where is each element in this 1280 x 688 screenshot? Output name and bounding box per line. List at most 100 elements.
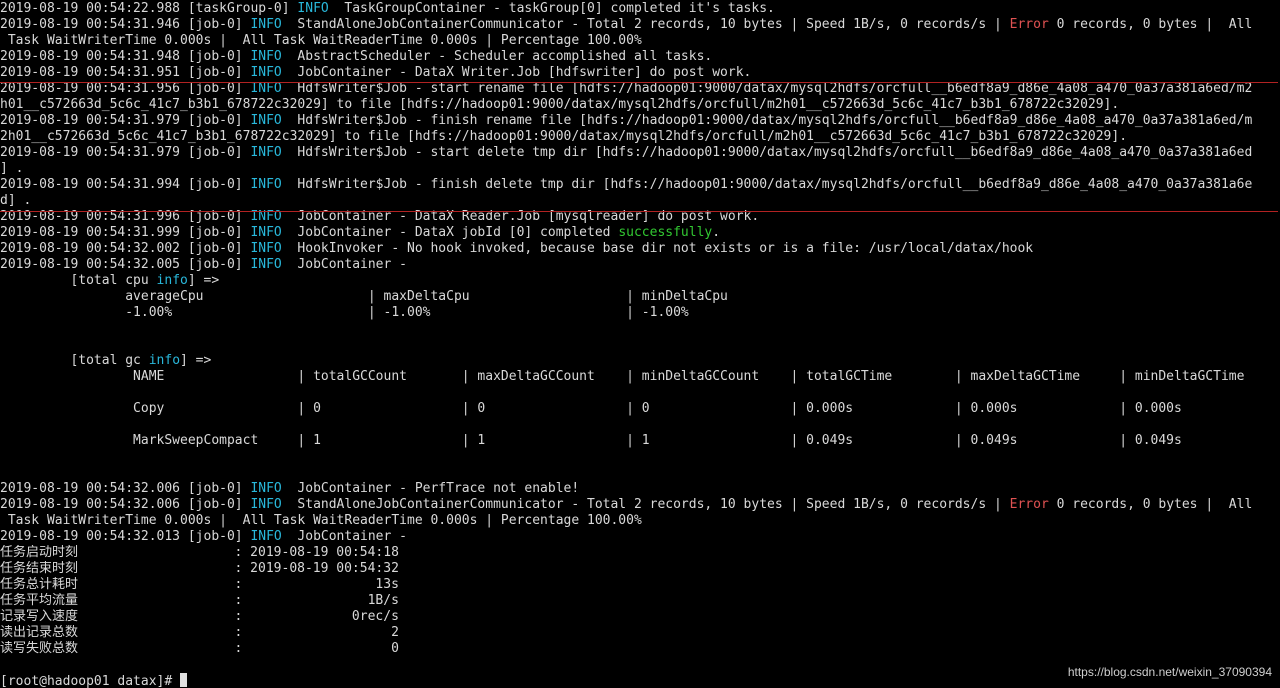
prompt-text: [root@hadoop01 datax]# bbox=[0, 674, 181, 688]
log-info-token: INFO bbox=[250, 257, 282, 272]
log-text: NAME | totalGCCount | maxDeltaGCCount | … bbox=[0, 369, 1245, 384]
log-text: JobContainer - bbox=[281, 529, 407, 544]
terminal-line: 任务平均流量 : 1B/s bbox=[0, 593, 1280, 609]
terminal-line: -1.00% | -1.00% | -1.00% bbox=[0, 305, 1280, 321]
log-text: 任务启动时刻 : 2019-08-19 00:54:18 bbox=[0, 545, 399, 560]
log-text: JobContainer - bbox=[281, 257, 407, 272]
log-text: Task WaitWriterTime 0.000s | All Task Wa… bbox=[0, 33, 642, 48]
terminal-line: [total cpu info] => bbox=[0, 273, 1280, 289]
log-text: HdfsWriter$Job - finish rename file [hdf… bbox=[281, 113, 1253, 128]
terminal-line: NAME | totalGCCount | maxDeltaGCCount | … bbox=[0, 369, 1280, 385]
log-text: ] => bbox=[180, 353, 212, 368]
log-text: Task WaitWriterTime 0.000s | All Task Wa… bbox=[0, 513, 642, 528]
log-text: 2h01__c572663d_5c6c_41c7_b3b1_678722c320… bbox=[0, 129, 1128, 144]
log-text: MarkSweepCompact | 1 | 1 | 1 | 0.049s | … bbox=[0, 433, 1182, 448]
log-text: AbstractScheduler - Scheduler accomplish… bbox=[281, 49, 713, 64]
log-text: 任务结束时刻 : 2019-08-19 00:54:32 bbox=[0, 561, 399, 576]
log-info-token: INFO bbox=[250, 529, 282, 544]
log-text: 记录写入速度 : 0rec/s bbox=[0, 609, 399, 624]
terminal-line: averageCpu | maxDeltaCpu | minDeltaCpu bbox=[0, 289, 1280, 305]
log-text: [total cpu bbox=[0, 273, 157, 288]
log-text: averageCpu | maxDeltaCpu | minDeltaCpu bbox=[0, 289, 728, 304]
log-text: 2019-08-19 00:54:31.979 [job-0] bbox=[0, 145, 251, 160]
terminal-line: 读写失败总数 : 0 bbox=[0, 641, 1280, 657]
log-info-token: INFO bbox=[250, 65, 282, 80]
log-text: JobContainer - DataX Writer.Job [hdfswri… bbox=[281, 65, 752, 80]
log-info-token: INFO bbox=[250, 241, 282, 256]
log-text: Copy | 0 | 0 | 0 | 0.000s | 0.000s | 0.0… bbox=[0, 401, 1182, 416]
terminal-line: 2019-08-19 00:54:32.005 [job-0] INFO Job… bbox=[0, 257, 1280, 273]
log-text: HdfsWriter$Job - start rename file [hdfs… bbox=[281, 81, 1253, 96]
terminal-line: 2019-08-19 00:54:32.002 [job-0] INFO Hoo… bbox=[0, 241, 1280, 257]
log-info-token: info bbox=[148, 353, 181, 368]
log-text: StandAloneJobContainerCommunicator - Tot… bbox=[281, 17, 1010, 32]
terminal-line: Copy | 0 | 0 | 0 | 0.000s | 0.000s | 0.0… bbox=[0, 401, 1280, 417]
terminal-line: 2h01__c572663d_5c6c_41c7_b3b1_678722c320… bbox=[0, 129, 1280, 145]
terminal-output: 2019-08-19 00:54:22.988 [taskGroup-0] IN… bbox=[0, 1, 1280, 688]
terminal-line: 2019-08-19 00:54:32.006 [job-0] INFO Job… bbox=[0, 481, 1280, 497]
log-info-token: info bbox=[156, 273, 188, 288]
terminal-line: d] . bbox=[0, 193, 1280, 209]
log-info-token: INFO bbox=[250, 225, 282, 240]
log-info-token: INFO bbox=[250, 497, 282, 512]
log-text: 2019-08-19 00:54:31.979 [job-0] bbox=[0, 113, 251, 128]
terminal-line: 2019-08-19 00:54:31.951 [job-0] INFO Job… bbox=[0, 65, 1280, 81]
terminal-line: 任务启动时刻 : 2019-08-19 00:54:18 bbox=[0, 545, 1280, 561]
log-text: 2019-08-19 00:54:22.988 [taskGroup-0] bbox=[0, 1, 298, 16]
terminal-line: Task WaitWriterTime 0.000s | All Task Wa… bbox=[0, 33, 1280, 49]
log-info-token: INFO bbox=[250, 145, 282, 160]
terminal-line: MarkSweepCompact | 1 | 1 | 1 | 0.049s | … bbox=[0, 433, 1280, 449]
log-info-token: INFO bbox=[250, 113, 282, 128]
terminal-line: 2019-08-19 00:54:22.988 [taskGroup-0] IN… bbox=[0, 1, 1280, 17]
log-text: JobContainer - DataX Reader.Job [mysqlre… bbox=[281, 209, 760, 224]
log-text: 任务平均流量 : 1B/s bbox=[0, 593, 399, 608]
log-info-token: INFO bbox=[250, 481, 282, 496]
terminal-line: 任务结束时刻 : 2019-08-19 00:54:32 bbox=[0, 561, 1280, 577]
log-text: 2019-08-19 00:54:32.005 [job-0] bbox=[0, 257, 251, 272]
terminal-line: 任务总计耗时 : 13s bbox=[0, 577, 1280, 593]
log-text: 0 records, 0 bytes | All bbox=[1048, 17, 1253, 32]
log-text: . bbox=[712, 225, 721, 240]
log-text: h01__c572663d_5c6c_41c7_b3b1_678722c3202… bbox=[0, 97, 1120, 112]
log-info-token: INFO bbox=[250, 49, 282, 64]
watermark: https://blog.csdn.net/weixin_37090394 bbox=[1067, 665, 1272, 679]
terminal-line: 2019-08-19 00:54:31.979 [job-0] INFO Hdf… bbox=[0, 113, 1280, 129]
terminal-line: 读出记录总数 : 2 bbox=[0, 625, 1280, 641]
log-text: 2019-08-19 00:54:31.994 [job-0] bbox=[0, 177, 251, 192]
log-text: 2019-08-19 00:54:32.006 [job-0] bbox=[0, 497, 251, 512]
log-text: HdfsWriter$Job - start delete tmp dir [h… bbox=[281, 145, 1253, 160]
log-error-token: Error bbox=[1009, 17, 1049, 32]
log-text: ] . bbox=[0, 161, 24, 176]
log-text: 2019-08-19 00:54:31.946 [job-0] bbox=[0, 17, 251, 32]
log-text: 2019-08-19 00:54:31.956 [job-0] bbox=[0, 81, 251, 96]
log-error-token: Error bbox=[1009, 497, 1049, 512]
log-text: TaskGroupContainer - taskGroup[0] comple… bbox=[328, 1, 775, 16]
log-text: d] . bbox=[0, 193, 32, 208]
log-text: 读写失败总数 : 0 bbox=[0, 641, 399, 656]
log-text: -1.00% | -1.00% | -1.00% bbox=[0, 305, 689, 320]
log-text: ] => bbox=[187, 273, 220, 288]
terminal-line: 2019-08-19 00:54:31.948 [job-0] INFO Abs… bbox=[0, 49, 1280, 65]
terminal-line: Task WaitWriterTime 0.000s | All Task Wa… bbox=[0, 513, 1280, 529]
terminal-line: 2019-08-19 00:54:31.956 [job-0] INFO Hdf… bbox=[0, 81, 1280, 97]
terminal-line: 2019-08-19 00:54:32.013 [job-0] INFO Job… bbox=[0, 529, 1280, 545]
terminal-line: [total gc info] => bbox=[0, 353, 1280, 369]
text-cursor bbox=[180, 673, 188, 687]
log-text: 2019-08-19 00:54:32.006 [job-0] bbox=[0, 481, 251, 496]
terminal-line: 2019-08-19 00:54:31.999 [job-0] INFO Job… bbox=[0, 225, 1280, 241]
log-info-token: INFO bbox=[250, 177, 282, 192]
log-text: 2019-08-19 00:54:31.948 [job-0] bbox=[0, 49, 251, 64]
log-text: HdfsWriter$Job - finish delete tmp dir [… bbox=[281, 177, 1253, 192]
terminal-window[interactable]: 2019-08-19 00:54:22.988 [taskGroup-0] IN… bbox=[0, 0, 1280, 688]
log-text: [total gc bbox=[0, 353, 149, 368]
terminal-line: 记录写入速度 : 0rec/s bbox=[0, 609, 1280, 625]
log-text: 2019-08-19 00:54:31.951 [job-0] bbox=[0, 65, 251, 80]
terminal-line: ] . bbox=[0, 161, 1280, 177]
log-success-token: successfully bbox=[618, 225, 713, 240]
